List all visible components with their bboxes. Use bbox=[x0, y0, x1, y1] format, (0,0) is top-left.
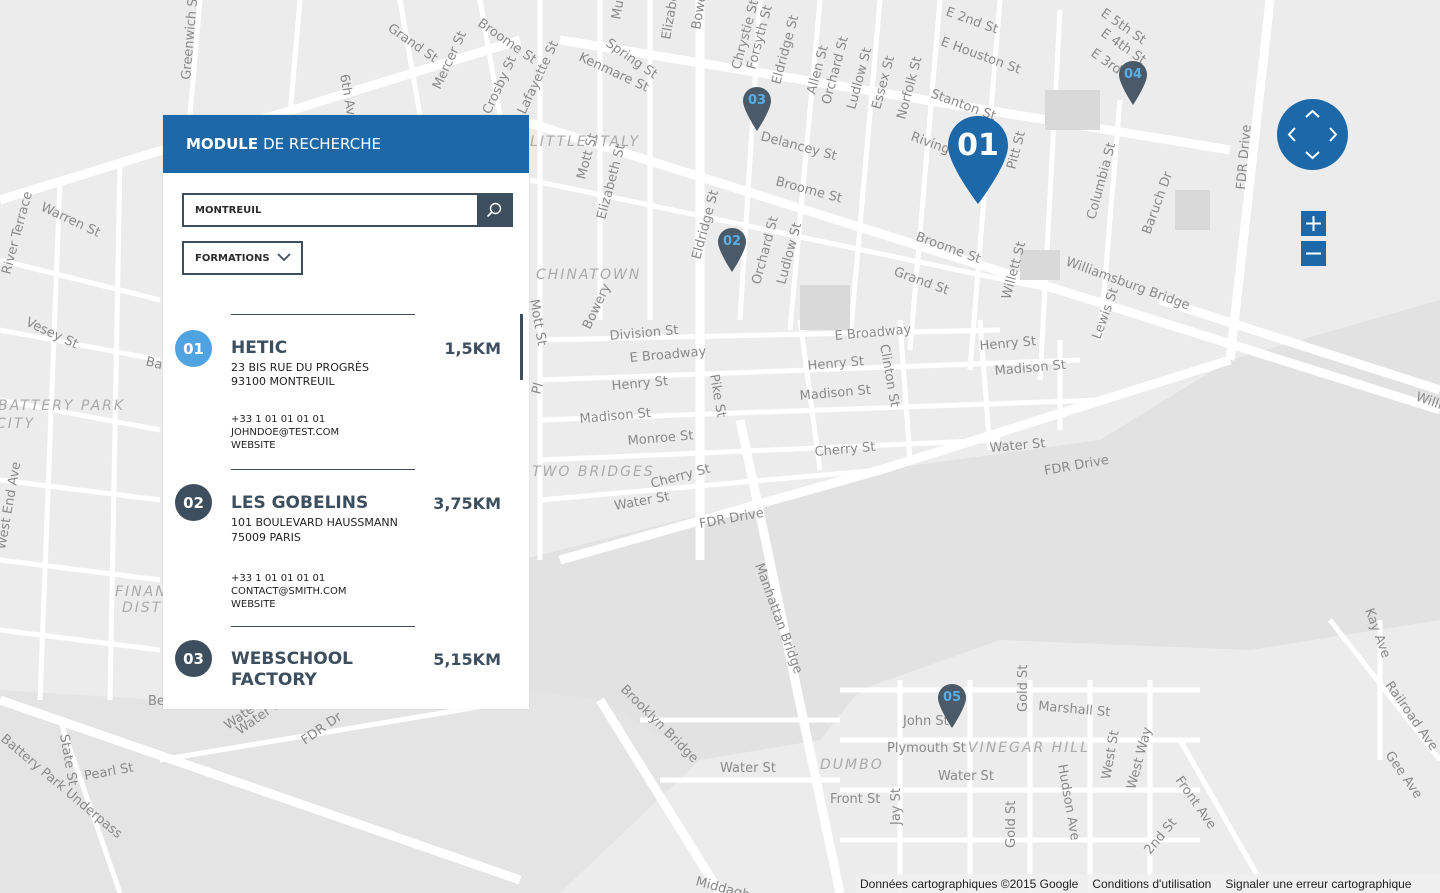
map-marker-05[interactable]: 05 bbox=[937, 683, 967, 729]
result-distance: 3,75KM bbox=[433, 494, 501, 513]
result-name[interactable]: LES GOBELINS bbox=[231, 493, 431, 514]
search-icon bbox=[486, 202, 502, 218]
result-address-line1: 101 BOULEVARD HAUSSMANN bbox=[231, 516, 398, 529]
result-website-link[interactable]: WEBSITE bbox=[231, 598, 276, 611]
svg-text:Gold St: Gold St bbox=[1004, 801, 1019, 848]
category-select-value: FORMATIONS bbox=[195, 252, 270, 264]
marker-number: 04 bbox=[1123, 67, 1143, 82]
result-number-badge: 02 bbox=[175, 484, 212, 521]
results-scrollbar[interactable] bbox=[520, 314, 523, 380]
result-name-line2[interactable]: FACTORY bbox=[231, 670, 401, 691]
pan-up-icon[interactable] bbox=[1305, 109, 1320, 118]
map-data-credit: Données cartographiques ©2015 Google bbox=[860, 876, 1079, 891]
marker-number: 01 bbox=[957, 128, 999, 163]
svg-text:DIST: DIST bbox=[122, 600, 162, 616]
result-name-line1[interactable]: WEBSCHOOL bbox=[231, 649, 401, 670]
panel-title-bold: MODULE bbox=[186, 135, 259, 153]
zoom-in-button[interactable] bbox=[1301, 211, 1326, 236]
result-address-line1: 23 BIS RUE DU PROGRÈS bbox=[231, 361, 369, 374]
result-distance: 5,15KM bbox=[433, 650, 501, 669]
svg-text:Water St: Water St bbox=[938, 769, 994, 784]
divider bbox=[231, 626, 415, 627]
svg-text:LITTLE ITALY: LITTLE ITALY bbox=[530, 134, 640, 150]
pan-left-icon[interactable] bbox=[1287, 127, 1296, 142]
svg-text:CHINATOWN: CHINATOWN bbox=[536, 267, 641, 283]
map-marker-01[interactable]: 01 bbox=[947, 115, 1009, 205]
result-email[interactable]: JOHNDOE@TEST.COM bbox=[231, 426, 339, 439]
zoom-out-icon bbox=[1306, 252, 1321, 255]
result-number-badge: 01 bbox=[175, 330, 212, 367]
panel-title-rest: DE RECHERCHE bbox=[263, 135, 381, 153]
category-select[interactable]: FORMATIONS bbox=[182, 241, 303, 275]
panel-header: MODULE DE RECHERCHE bbox=[163, 115, 529, 173]
search-panel: MODULE DE RECHERCHE FORMATIONS 01 HETIC … bbox=[163, 115, 529, 709]
marker-number: 02 bbox=[722, 234, 742, 249]
marker-number: 03 bbox=[747, 93, 767, 108]
map-marker-02[interactable]: 02 bbox=[717, 227, 747, 273]
svg-text:Plymouth St: Plymouth St bbox=[887, 741, 966, 756]
result-address-line2: 93100 MONTREUIL bbox=[231, 375, 335, 388]
chevron-down-icon bbox=[277, 253, 291, 262]
pan-down-icon[interactable] bbox=[1305, 151, 1320, 160]
svg-text:VINEGAR HILL: VINEGAR HILL bbox=[968, 740, 1090, 756]
search-input[interactable] bbox=[184, 195, 477, 225]
search-box bbox=[182, 193, 513, 227]
zoom-in-icon bbox=[1306, 216, 1321, 231]
result-number-badge: 03 bbox=[175, 640, 212, 677]
result-phone: +33 1 01 01 01 01 bbox=[231, 414, 326, 425]
zoom-out-button[interactable] bbox=[1301, 241, 1326, 266]
svg-text:TWO BRIDGES: TWO BRIDGES bbox=[532, 464, 655, 480]
svg-text:DUMBO: DUMBO bbox=[820, 757, 884, 773]
svg-text:Front St: Front St bbox=[830, 792, 880, 807]
pan-arrows bbox=[1287, 109, 1338, 160]
result-distance: 1,5KM bbox=[444, 339, 501, 358]
map-marker-04[interactable]: 04 bbox=[1118, 60, 1148, 106]
terms-link[interactable]: Conditions d'utilisation bbox=[1092, 877, 1211, 891]
pan-control[interactable] bbox=[1277, 99, 1348, 170]
pan-right-icon[interactable] bbox=[1329, 127, 1338, 142]
marker-number: 05 bbox=[942, 690, 962, 705]
map-attribution: Données cartographiques ©2015 Google Con… bbox=[856, 874, 1440, 893]
result-email[interactable]: CONTACT@SMITH.COM bbox=[231, 585, 346, 598]
svg-text:Jay St: Jay St bbox=[889, 788, 904, 826]
divider bbox=[231, 314, 415, 315]
svg-text:CITY: CITY bbox=[0, 416, 35, 432]
search-button[interactable] bbox=[477, 195, 511, 225]
svg-text:Water St: Water St bbox=[720, 761, 776, 776]
svg-text:BATTERY PARK: BATTERY PARK bbox=[0, 398, 125, 414]
result-name[interactable]: HETIC bbox=[231, 338, 401, 359]
divider bbox=[231, 469, 415, 470]
result-address-line2: 75009 PARIS bbox=[231, 531, 301, 544]
result-phone: +33 1 01 01 01 01 bbox=[231, 573, 326, 584]
svg-text:Gold St: Gold St bbox=[1016, 665, 1031, 712]
result-website-link[interactable]: WEBSITE bbox=[231, 439, 276, 452]
report-error-link[interactable]: Signaler une erreur cartographique bbox=[1225, 877, 1411, 891]
map-marker-03[interactable]: 03 bbox=[742, 86, 772, 132]
